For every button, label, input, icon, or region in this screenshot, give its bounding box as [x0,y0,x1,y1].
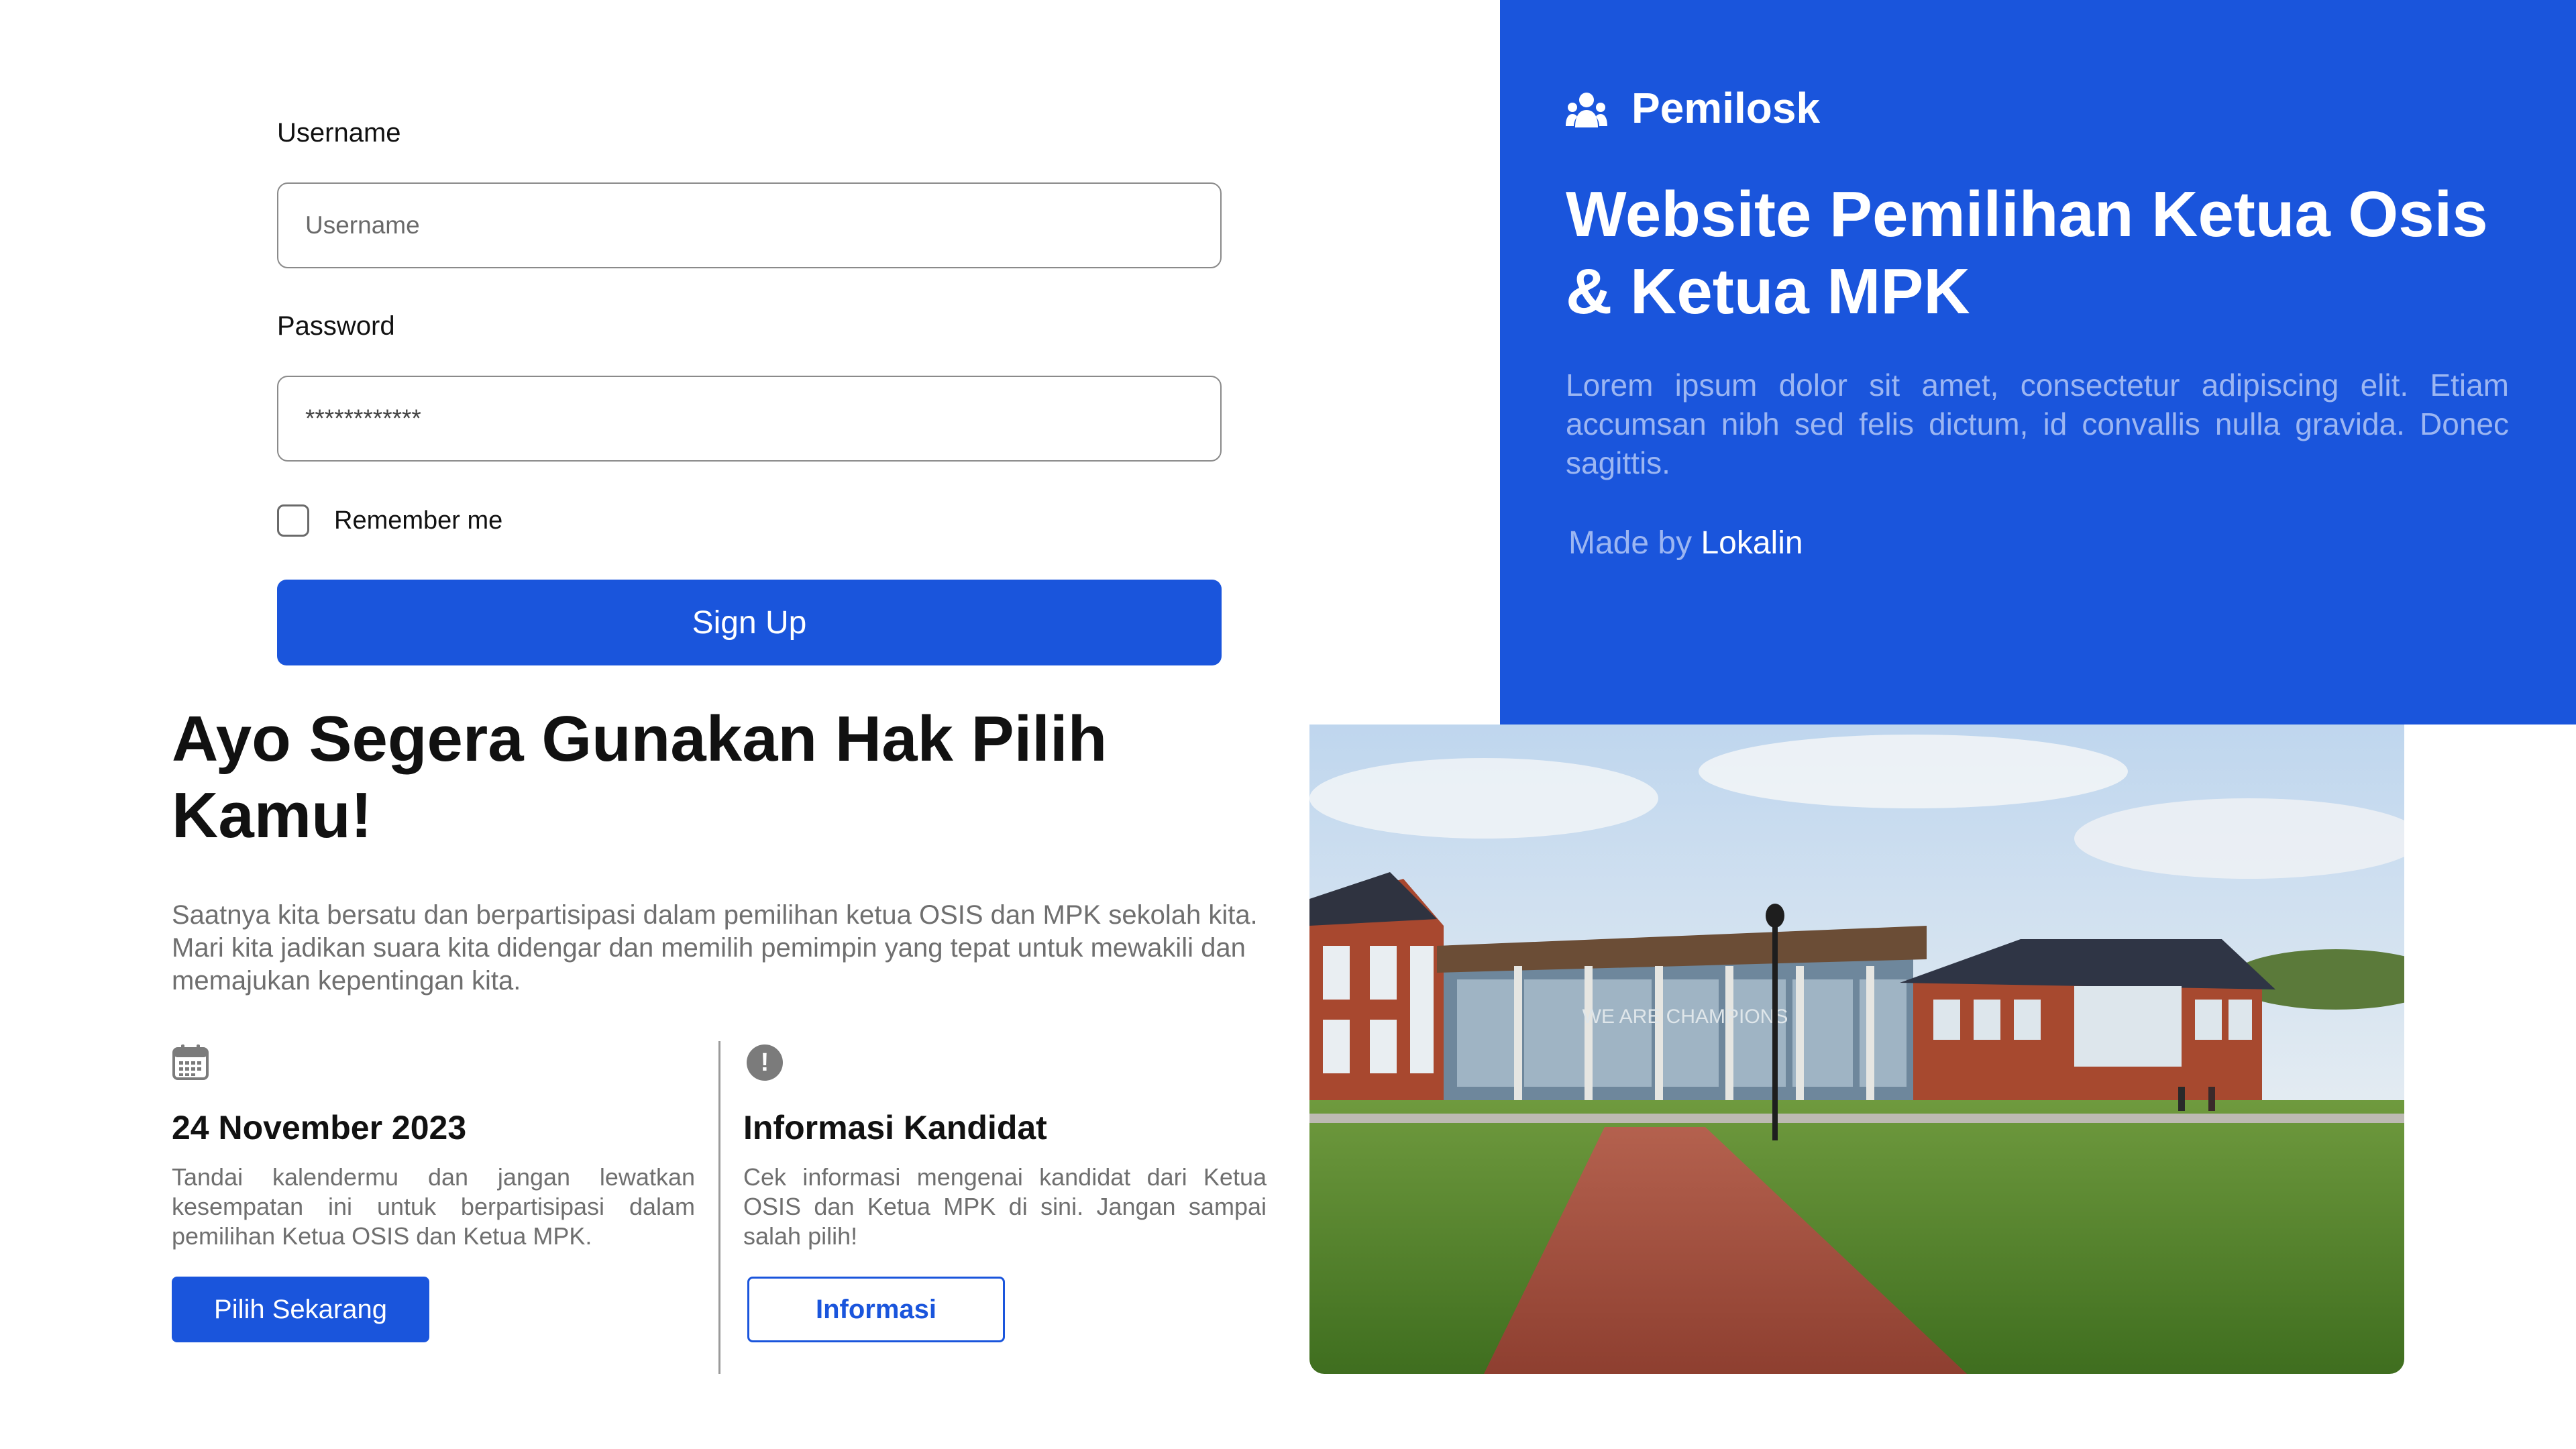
hero-description: Saatnya kita bersatu dan berpartisipasi … [172,900,1258,996]
informasi-button[interactable]: Informasi [747,1277,1005,1342]
made-by-author-link[interactable]: Lokalin [1701,525,1803,561]
candidate-info-title: Informasi Kandidat [743,1109,1047,1146]
sign-up-button[interactable]: Sign Up [277,580,1222,665]
made-by-prefix: Made by [1568,525,1693,561]
username-input[interactable] [277,182,1222,268]
election-date-text: Tandai kalendermu dan jangan lewatkan ke… [172,1163,695,1250]
made-by-credit: Made by Lokalin [1568,525,1803,561]
username-label: Username [277,118,401,148]
calendar-icon [172,1044,209,1080]
remember-me-label: Remember me [334,506,503,535]
hero-title: Ayo Segera Gunakan Hak Pilih Kamu! [172,703,1108,851]
panel-description: Lorem ipsum dolor sit amet, consectetur … [1566,368,2509,480]
welcome-heading: Wellcome Back [277,0,561,7]
brand-name: Pemilosk [1631,84,1821,132]
info-panel: Pemilosk Website Pemilihan Ketua Osis & … [1500,0,2576,724]
building-sign: WE ARE CHAMPIONS [1582,1006,1788,1028]
password-label: Password [277,311,395,341]
info-icon: ! [747,1044,783,1081]
election-date: 24 November 2023 [172,1109,467,1146]
candidate-info-text: Cek informasi mengenai kandidat dari Ket… [743,1163,1267,1250]
column-divider [718,1041,720,1374]
users-group-icon [1566,93,1607,127]
password-input[interactable] [277,376,1222,462]
remember-me-checkbox[interactable] [277,504,309,537]
pilih-sekarang-button[interactable]: Pilih Sekarang [172,1277,429,1342]
campus-photo: WE ARE CHAMPIONS [1309,724,2404,1374]
panel-title: Website Pemilihan Ketua Osis & Ketua MPK [1566,178,2488,327]
